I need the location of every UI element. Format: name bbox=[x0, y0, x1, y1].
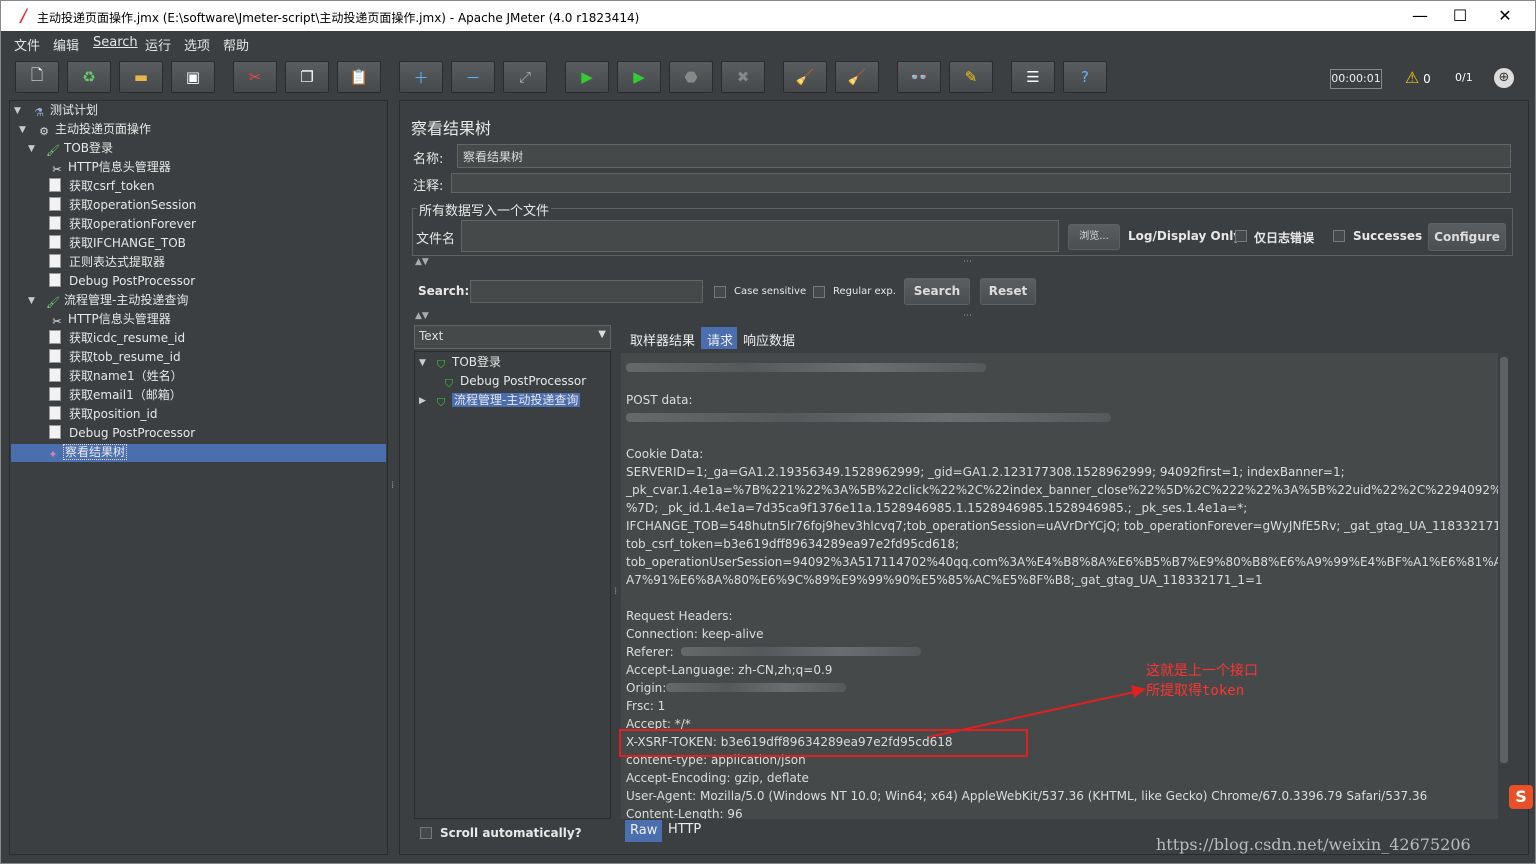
jmeter-window: 主动投递页面操作.jmx (E:\software\Jmeter-script\… bbox=[0, 0, 1536, 864]
sogou-ime-icon[interactable]: S bbox=[1509, 785, 1533, 809]
annotation-arrow bbox=[928, 685, 1146, 738]
annotation-text: 这就是上一个接口 所提取得token bbox=[1146, 661, 1258, 701]
watermark: https://blog.csdn.net/weixin_42675206 bbox=[1156, 835, 1471, 854]
annotation-line-2: 所提取得token bbox=[1146, 683, 1245, 699]
annotation-line-1: 这就是上一个接口 bbox=[1146, 663, 1258, 679]
